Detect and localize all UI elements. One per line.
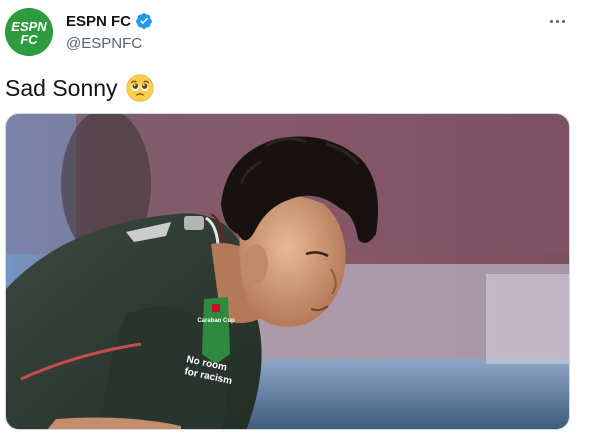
tweet-media-image[interactable]: Carabao Cup No room for racism — [5, 113, 570, 430]
more-options-button[interactable] — [546, 10, 568, 32]
avatar[interactable]: ESPN FC — [5, 8, 53, 56]
display-name[interactable]: ESPN FC — [66, 13, 131, 30]
logo-text-fc: FC — [20, 32, 38, 47]
cup-badge-label: Carabao Cup — [197, 318, 235, 324]
tweet-text: Sad Sonny — [5, 74, 154, 102]
pleading-face-emoji-icon — [125, 74, 154, 102]
tweet-card: ESPN FC ESPN FC @ESPNFC Sad Sonny Caraba… — [0, 0, 598, 448]
tweet-text-content: Sad Sonny — [5, 74, 118, 101]
espn-fc-logo: ESPN FC — [5, 8, 53, 56]
more-dot-icon — [549, 19, 553, 23]
author-name-row: ESPN FC — [66, 12, 153, 30]
son-heung-min-photo: Carabao Cup No room for racism — [6, 114, 569, 429]
more-dot-icon — [555, 19, 559, 23]
verified-badge-icon — [136, 13, 152, 29]
handle[interactable]: @ESPNFC — [66, 35, 142, 52]
more-dot-icon — [561, 19, 565, 23]
